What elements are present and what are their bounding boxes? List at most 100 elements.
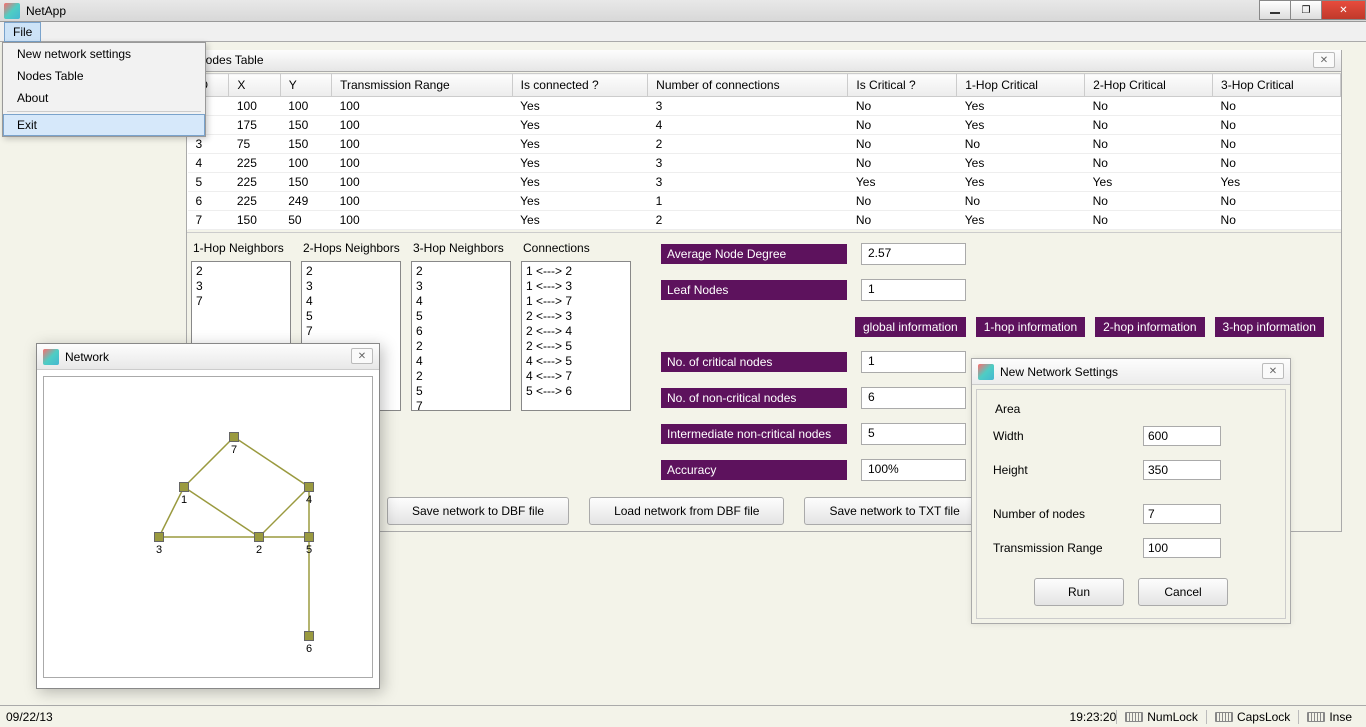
new-network-settings-modal: New Network Settings ✕ Area Width Height… (971, 358, 1291, 624)
menubar: File (0, 22, 1366, 42)
file-dropdown: New network settings Nodes Table About E… (2, 42, 206, 137)
list-item[interactable]: 4 <---> 7 (526, 369, 626, 384)
list-item[interactable]: 4 (416, 294, 506, 309)
network-window-titlebar[interactable]: Network ✕ (37, 344, 379, 370)
btn-3hop-info[interactable]: 3-hop information (1215, 317, 1324, 337)
table-row[interactable]: 6225249100Yes1NoNoNoNo (188, 192, 1341, 211)
table-cell: No (848, 154, 957, 173)
graph-node[interactable] (179, 482, 189, 492)
list-item[interactable]: 2 <---> 5 (526, 339, 626, 354)
table-header[interactable]: Y (280, 74, 331, 97)
btn-run[interactable]: Run (1034, 578, 1124, 606)
list-item[interactable]: 1 <---> 7 (526, 294, 626, 309)
table-row[interactable]: 2175150100Yes4NoYesNoNo (188, 116, 1341, 135)
graph-node[interactable] (304, 482, 314, 492)
menu-about[interactable]: About (3, 87, 205, 109)
value-avg-degree: 2.57 (861, 243, 966, 265)
input-width[interactable] (1143, 426, 1221, 446)
settings-modal-close[interactable]: ✕ (1262, 363, 1284, 379)
label-connections: Connections (521, 241, 631, 255)
info-button-row: global information 1-hop information 2-h… (855, 317, 1324, 337)
table-cell: 100 (280, 154, 331, 173)
table-header[interactable]: 3-Hop Critical (1213, 74, 1341, 97)
close-button[interactable]: ✕ (1321, 0, 1366, 20)
panel-close-button[interactable]: ✕ (1313, 52, 1335, 68)
status-numlock: NumLock (1147, 710, 1198, 724)
input-height[interactable] (1143, 460, 1221, 480)
list-item[interactable]: 3 (416, 279, 506, 294)
btn-cancel[interactable]: Cancel (1138, 578, 1228, 606)
table-cell: 225 (229, 154, 280, 173)
btn-global-info[interactable]: global information (855, 317, 966, 337)
nodes-table-scroll[interactable]: IDXYTransmission RangeIs connected ?Numb… (187, 73, 1341, 233)
graph-node[interactable] (229, 432, 239, 442)
app-icon (4, 3, 20, 19)
table-cell: 150 (280, 173, 331, 192)
table-header[interactable]: Is connected ? (512, 74, 648, 97)
list-item[interactable]: 1 <---> 3 (526, 279, 626, 294)
list-item[interactable]: 4 (306, 294, 396, 309)
table-row[interactable]: 375150100Yes2NoNoNoNo (188, 135, 1341, 154)
input-num-nodes[interactable] (1143, 504, 1221, 524)
list-item[interactable]: 6 (416, 324, 506, 339)
menu-nodes-table[interactable]: Nodes Table (3, 65, 205, 87)
list-item[interactable]: 5 (416, 384, 506, 399)
list-item[interactable]: 4 <---> 5 (526, 354, 626, 369)
graph-node-label: 4 (306, 494, 312, 506)
list-item[interactable]: 1 <---> 2 (526, 264, 626, 279)
list-item[interactable]: 2 (416, 339, 506, 354)
graph-edge (184, 487, 259, 537)
listbox-connections[interactable]: 1 <---> 21 <---> 31 <---> 72 <---> 32 <-… (521, 261, 631, 411)
list-item[interactable]: 5 (416, 309, 506, 324)
list-item[interactable]: 4 (416, 354, 506, 369)
settings-modal-title: New Network Settings (1000, 365, 1118, 379)
list-item[interactable]: 3 (196, 279, 286, 294)
table-header[interactable]: X (229, 74, 280, 97)
btn-save-dbf[interactable]: Save network to DBF file (387, 497, 569, 525)
input-transmission-range[interactable] (1143, 538, 1221, 558)
table-header[interactable]: Number of connections (648, 74, 848, 97)
btn-save-txt[interactable]: Save network to TXT file (804, 497, 984, 525)
graph-node[interactable] (304, 631, 314, 641)
maximize-button[interactable]: ❐ (1290, 0, 1322, 20)
graph-node[interactable] (154, 532, 164, 542)
list-item[interactable]: 2 (416, 264, 506, 279)
menu-exit[interactable]: Exit (3, 114, 205, 136)
list-item[interactable]: 2 <---> 4 (526, 324, 626, 339)
list-item[interactable]: 2 (416, 369, 506, 384)
menu-new-network-settings[interactable]: New network settings (3, 43, 205, 65)
list-item[interactable]: 2 (196, 264, 286, 279)
network-window[interactable]: Network ✕ 1234567 (36, 343, 380, 689)
table-row[interactable]: 5225150100Yes3YesYesYesYes (188, 173, 1341, 192)
graph-node[interactable] (304, 532, 314, 542)
graph-node[interactable] (254, 532, 264, 542)
table-row[interactable]: 4225100100Yes3NoYesNoNo (188, 154, 1341, 173)
settings-modal-titlebar[interactable]: New Network Settings ✕ (972, 359, 1290, 385)
list-item[interactable]: 2 <---> 3 (526, 309, 626, 324)
network-window-close[interactable]: ✕ (351, 348, 373, 364)
table-header[interactable]: Transmission Range (332, 74, 513, 97)
table-row[interactable]: 1100100100Yes3NoYesNoNo (188, 97, 1341, 116)
list-item[interactable]: 7 (416, 399, 506, 411)
list-item[interactable]: 2 (306, 264, 396, 279)
table-cell: Yes (512, 116, 648, 135)
list-item[interactable]: 3 (306, 279, 396, 294)
table-cell: 225 (229, 173, 280, 192)
list-item[interactable]: 7 (306, 324, 396, 339)
value-noncritical-nodes: 6 (861, 387, 966, 409)
btn-1hop-info[interactable]: 1-hop information (976, 317, 1085, 337)
list-item[interactable]: 7 (196, 294, 286, 309)
minimize-button[interactable] (1259, 0, 1291, 20)
table-cell: 6 (188, 192, 229, 211)
table-cell: Yes (512, 97, 648, 116)
list-item[interactable]: 5 (306, 309, 396, 324)
table-header[interactable]: 1-Hop Critical (957, 74, 1085, 97)
btn-2hop-info[interactable]: 2-hop information (1095, 317, 1204, 337)
listbox-3hop[interactable]: 2345624257 (411, 261, 511, 411)
table-header[interactable]: Is Critical ? (848, 74, 957, 97)
btn-load-dbf[interactable]: Load network from DBF file (589, 497, 784, 525)
menu-file[interactable]: File (4, 22, 41, 42)
table-header[interactable]: 2-Hop Critical (1085, 74, 1213, 97)
list-item[interactable]: 5 <---> 6 (526, 384, 626, 399)
table-row[interactable]: 715050100Yes2NoYesNoNo (188, 211, 1341, 230)
